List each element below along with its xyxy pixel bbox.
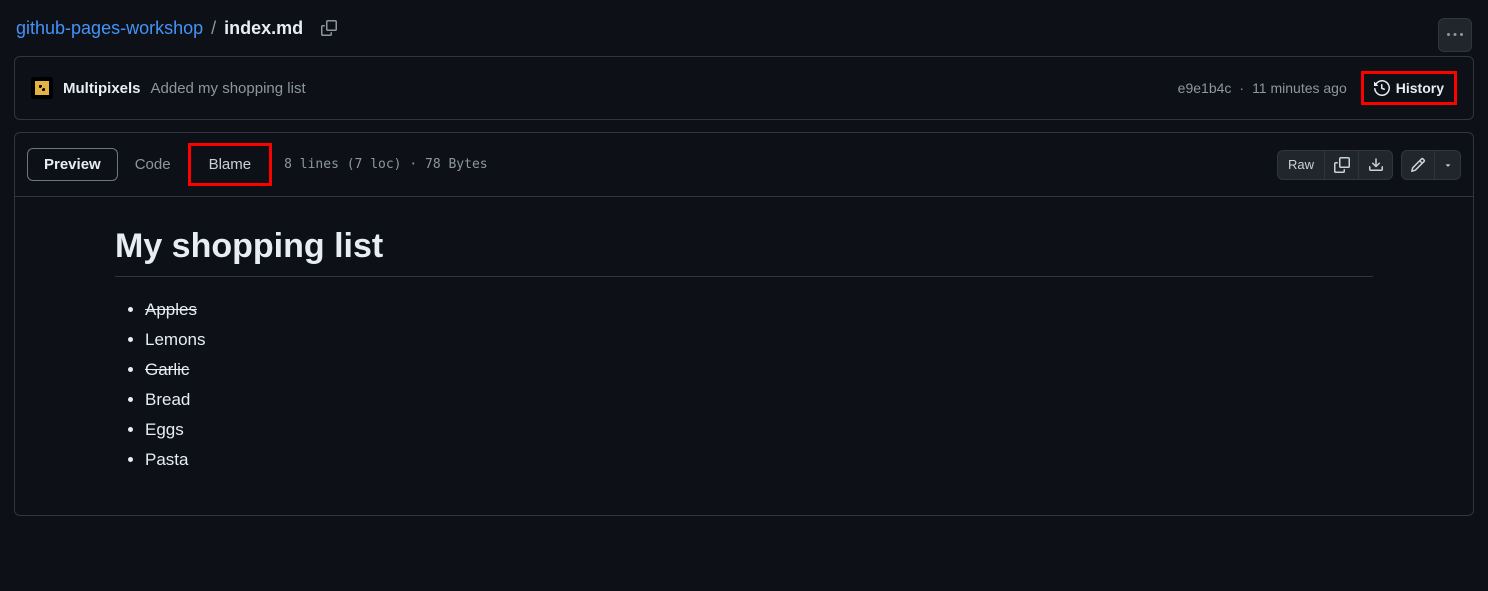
list-item: Bread [145,385,1373,415]
breadcrumb-repo-link[interactable]: github-pages-workshop [16,18,203,39]
list-item: Eggs [145,415,1373,445]
copy-path-button[interactable] [317,16,341,40]
triangle-down-icon [1443,160,1453,170]
history-label: History [1396,80,1444,96]
commit-hash[interactable]: e9e1b4c [1178,80,1232,96]
download-icon [1368,157,1384,173]
breadcrumb-separator: / [211,18,216,39]
raw-button[interactable]: Raw [1277,150,1325,180]
avatar[interactable] [31,77,53,99]
list-item: Garlic [145,355,1373,385]
document-heading: My shopping list [115,227,1373,277]
file-toolbar: Preview Code Blame 8 lines (7 loc) · 78 … [15,133,1473,197]
history-icon [1374,80,1390,96]
copy-raw-button[interactable] [1325,150,1359,180]
commit-author[interactable]: Multipixels [63,80,141,97]
file-actions: Raw [1277,150,1461,180]
edit-file-button[interactable] [1401,150,1435,180]
shopping-list: ApplesLemonsGarlicBreadEggsPasta [115,295,1373,475]
file-box: Preview Code Blame 8 lines (7 loc) · 78 … [14,132,1474,516]
tab-preview[interactable]: Preview [27,148,118,181]
breadcrumb-file: index.md [224,18,303,39]
pencil-icon [1410,157,1426,173]
history-button[interactable]: History [1361,71,1457,105]
list-item: Lemons [145,325,1373,355]
list-item: Pasta [145,445,1373,475]
latest-commit-bar: Multipixels Added my shopping list e9e1b… [14,56,1474,120]
dot-separator: · [1239,80,1244,96]
file-content-preview: My shopping list ApplesLemonsGarlicBread… [15,197,1473,515]
kebab-horizontal-icon [1447,27,1463,43]
file-meta: 8 lines (7 loc) · 78 Bytes [284,157,488,172]
breadcrumb: github-pages-workshop / index.md [14,16,1474,40]
download-raw-button[interactable] [1359,150,1393,180]
commit-message[interactable]: Added my shopping list [151,80,306,97]
view-tabs: Preview Code Blame [27,143,272,186]
commit-time: 11 minutes ago [1252,80,1347,96]
tab-blame[interactable]: Blame [188,143,273,186]
list-item: Apples [145,295,1373,325]
tab-code[interactable]: Code [118,148,188,181]
edit-dropdown-button[interactable] [1435,150,1461,180]
copy-icon [1334,157,1350,173]
copy-icon [321,20,337,36]
more-options-button[interactable] [1438,18,1472,52]
